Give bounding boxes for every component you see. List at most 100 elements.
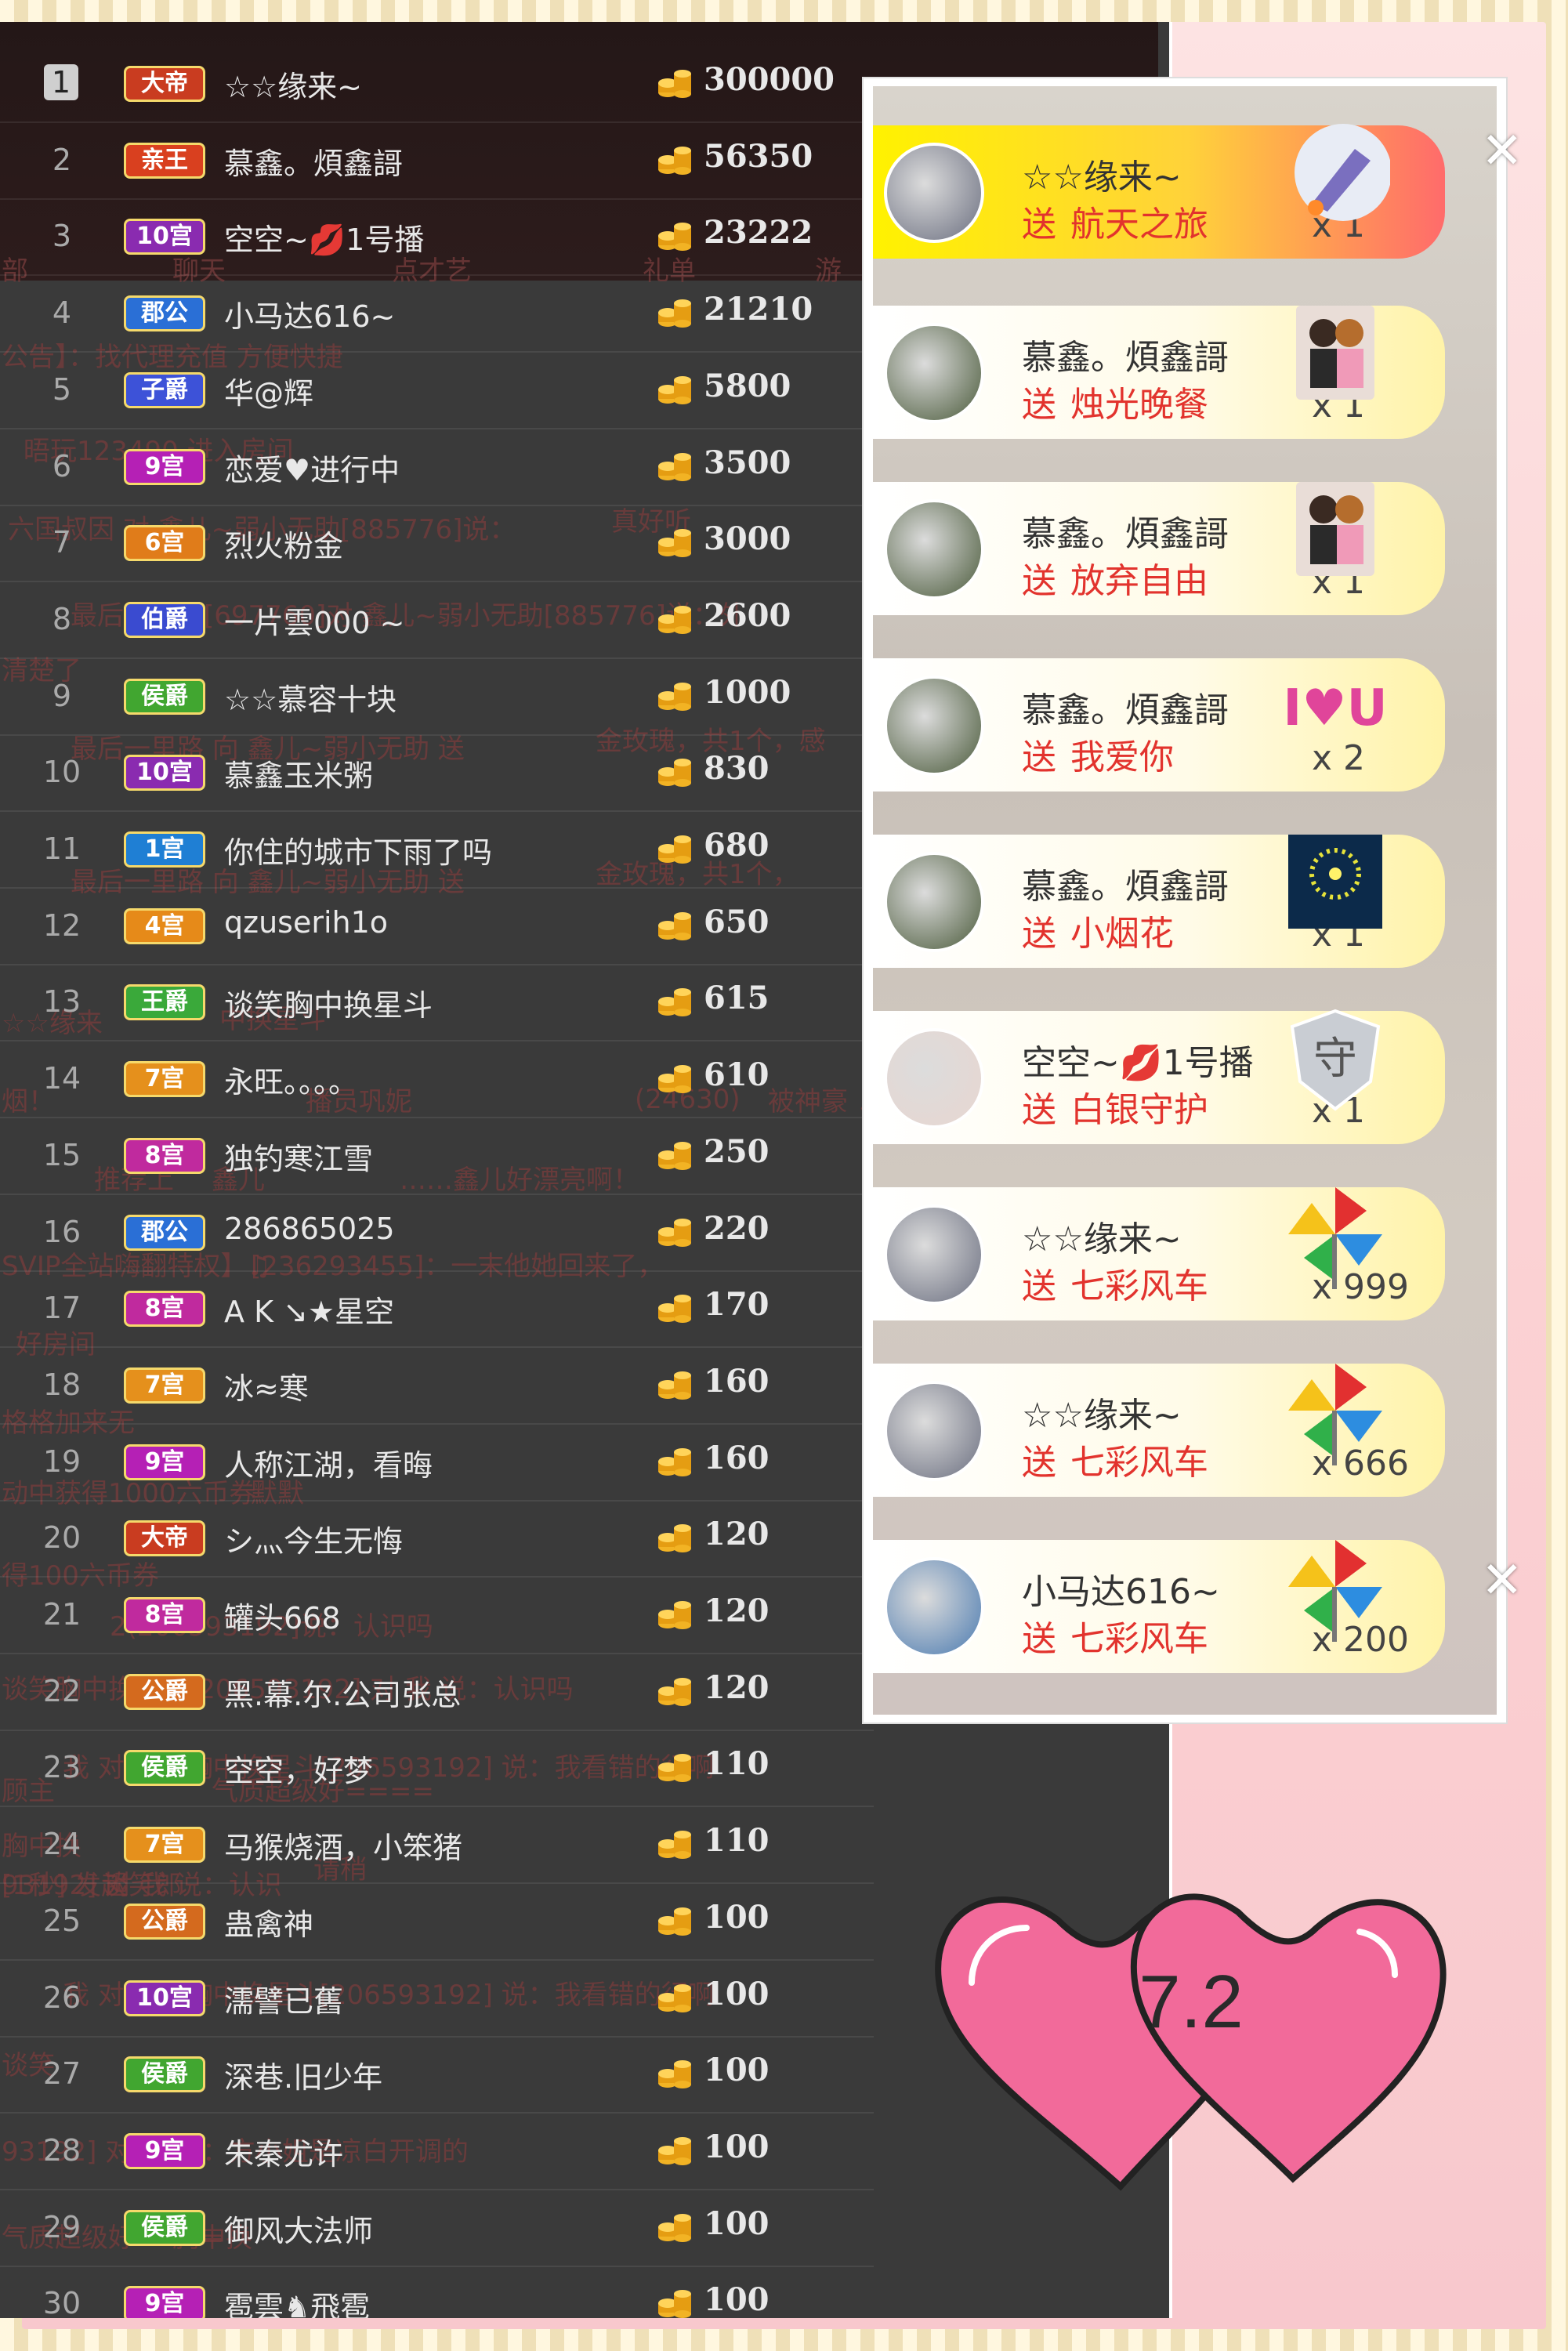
coin-stack-icon: [658, 1601, 691, 1629]
user-name[interactable]: 你住的城市下雨了吗: [224, 828, 492, 871]
coin-stack-icon: [658, 988, 691, 1017]
user-name[interactable]: 深巷.旧少年: [224, 2053, 382, 2096]
leaderboard-row[interactable]: 28 9宫 朱秦尤许 100: [0, 2113, 874, 2190]
avatar[interactable]: [884, 1204, 984, 1305]
user-name[interactable]: 马猴烧酒，小笨猪: [224, 1824, 462, 1867]
firework-icon: [1288, 835, 1382, 929]
user-name[interactable]: 雹雲♞飛雹: [224, 2283, 370, 2318]
leaderboard-row[interactable]: 30 9宫 雹雲♞飛雹 100: [0, 2266, 874, 2318]
user-name[interactable]: 人称江湖，看晦: [224, 1441, 433, 1484]
leaderboard-row[interactable]: 21 8宫 罐头668 120: [0, 1577, 874, 1654]
rank-badge: 1宫: [124, 831, 205, 868]
avatar[interactable]: [884, 676, 984, 776]
avatar[interactable]: [884, 499, 984, 600]
user-name[interactable]: 烈火粉金: [224, 522, 343, 565]
close-icon[interactable]: ✕: [1481, 122, 1523, 180]
score-value: 3000: [704, 520, 791, 558]
gift-notification[interactable]: ☆☆缘来~ 送航天之旅 x 1: [873, 124, 1445, 259]
avatar[interactable]: [884, 1557, 984, 1657]
gift-notification[interactable]: 慕鑫。煩鑫謌送小烟花 x 1: [873, 835, 1445, 968]
gift-list: ☆☆缘来~ 送航天之旅 x 1 慕鑫。煩鑫謌送烛光晚餐 x 1 慕鑫。煩鑫謌送放弃自由 x …: [873, 86, 1497, 1715]
gift-notification[interactable]: ☆☆缘来~ 送七彩风车 x 666: [873, 1364, 1445, 1497]
rank-number: 14: [42, 1061, 81, 1096]
gift-name: 白银守护: [1070, 1090, 1208, 1130]
user-name[interactable]: ☆☆缘来~: [224, 63, 362, 106]
rank-number: 24: [42, 1827, 81, 1862]
avatar[interactable]: [884, 323, 984, 423]
leaderboard-row[interactable]: 19 9宫 人称江湖，看晦 160: [0, 1424, 874, 1502]
close-icon[interactable]: ✕: [1481, 1552, 1523, 1610]
user-name[interactable]: 空空，好梦: [224, 1747, 373, 1790]
user-name[interactable]: 黑.幕.尔.公司张总: [224, 1671, 461, 1714]
rank-badge: 6宫: [124, 525, 205, 562]
coin-stack-icon: [658, 605, 691, 634]
leaderboard-row[interactable]: 24 7宫 马猴烧酒，小笨猪 110: [0, 1806, 874, 1885]
leaderboard-row[interactable]: 2 亲王 慕鑫。煩鑫謌 56350: [0, 122, 874, 200]
leaderboard-row[interactable]: 23 侯爵 空空，好梦 110: [0, 1730, 874, 1808]
user-name[interactable]: 谈笑胸中换星斗: [224, 981, 433, 1024]
user-name[interactable]: qzuserih1o: [224, 905, 388, 940]
user-name[interactable]: A K ↘★星空: [224, 1288, 394, 1331]
user-name[interactable]: 慕鑫。煩鑫謌: [224, 139, 403, 183]
score-value: 2600: [704, 596, 791, 634]
user-name[interactable]: 蛊禽神: [224, 1900, 313, 1943]
leaderboard-row[interactable]: 12 4宫 qzuserih1o 650: [0, 888, 874, 965]
avatar[interactable]: [884, 143, 984, 243]
user-name[interactable]: 朱秦尤许: [224, 2130, 343, 2173]
gift-notification[interactable]: 慕鑫。煩鑫謌送烛光晚餐 x 1: [873, 306, 1445, 439]
leaderboard-row[interactable]: 4 郡公 小马达616~ 21210: [0, 275, 874, 353]
user-name[interactable]: 华@辉: [224, 369, 313, 412]
user-name[interactable]: シ灬今生无悔: [224, 1517, 403, 1560]
leaderboard-row[interactable]: 5 子爵 华@辉 5800: [0, 352, 874, 429]
avatar[interactable]: [884, 852, 984, 952]
leaderboard-row[interactable]: 8 伯爵 一片雲000 ~ 2600: [0, 581, 874, 659]
leaderboard-row[interactable]: 25 公爵 蛊禽神 100: [0, 1883, 874, 1961]
user-name[interactable]: 慕鑫玉米粥: [224, 752, 373, 795]
gift-notification[interactable]: ☆☆缘来~ 送七彩风车 x 999: [873, 1187, 1445, 1320]
leaderboard-row[interactable]: 1 大帝 ☆☆缘来~ 300000: [0, 45, 874, 123]
leaderboard-row[interactable]: 27 侯爵 深巷.旧少年 100: [0, 2036, 874, 2114]
avatar[interactable]: [884, 1381, 984, 1481]
leaderboard-row[interactable]: 26 10宫 濡譬已舊 100: [0, 1960, 874, 2038]
user-name[interactable]: 冰≈寒: [224, 1364, 309, 1407]
user-name[interactable]: 濡譬已舊: [224, 1977, 343, 2020]
leaderboard-row[interactable]: 14 7宫 永旺。。。。 610: [0, 1041, 874, 1119]
leaderboard-row[interactable]: 18 7宫 冰≈寒 160: [0, 1347, 874, 1425]
score-value: 1000: [704, 673, 791, 711]
leaderboard-row[interactable]: 3 10宫 空空~💋1号播 23222: [0, 198, 874, 277]
avatar[interactable]: [884, 1028, 984, 1128]
gift-notification[interactable]: 慕鑫。煩鑫謌送放弃自由 x 1: [873, 482, 1445, 615]
leaderboard-row[interactable]: 11 1宫 你住的城市下雨了吗 680: [0, 811, 874, 889]
gift-notification[interactable]: 空空~💋1号播送白银守护 x 1守: [873, 1009, 1445, 1144]
user-name[interactable]: 永旺。。。。: [224, 1058, 358, 1101]
user-name[interactable]: 一片雲000 ~: [224, 599, 404, 642]
score-value: 100: [704, 2128, 770, 2165]
user-name[interactable]: ☆☆慕容十块: [224, 676, 397, 719]
leaderboard-row[interactable]: 22 公爵 黑.幕.尔.公司张总 120: [0, 1654, 874, 1731]
user-name[interactable]: 御风大法师: [224, 2207, 373, 2250]
rank-number: 23: [42, 1750, 81, 1785]
rank-number: 4: [52, 295, 72, 331]
user-name[interactable]: 恋爱♥进行中: [224, 446, 400, 489]
user-name[interactable]: 空空~💋1号播: [224, 216, 424, 259]
leaderboard-row[interactable]: 20 大帝 シ灬今生无悔 120: [0, 1500, 874, 1578]
leaderboard-row[interactable]: 29 侯爵 御风大法师 100: [0, 2190, 874, 2267]
leaderboard-row[interactable]: 13 王爵 谈笑胸中换星斗 615: [0, 964, 874, 1042]
user-name[interactable]: 罐头668: [224, 1594, 341, 1637]
leaderboard-row[interactable]: 9 侯爵 ☆☆慕容十块 1000: [0, 658, 874, 736]
gift-notification[interactable]: 小马达616~ 送七彩风车 x 200: [873, 1540, 1445, 1673]
leaderboard-row[interactable]: 16 郡公 286865025 220: [0, 1194, 874, 1272]
rank-number: 30: [42, 2286, 81, 2318]
user-name[interactable]: 小马达616~: [224, 292, 395, 335]
leaderboard-row[interactable]: 6 9宫 恋爱♥进行中 3500: [0, 429, 874, 506]
leaderboard-row[interactable]: 7 6宫 烈火粉金 3000: [0, 505, 874, 583]
coin-stack-icon: [658, 759, 691, 788]
coin-stack-icon: [658, 1065, 691, 1094]
leaderboard-row[interactable]: 10 10宫 慕鑫玉米粥 830: [0, 734, 874, 813]
leaderboard-row[interactable]: 17 8宫 A K ↘★星空 170: [0, 1270, 874, 1349]
user-name[interactable]: 286865025: [224, 1212, 395, 1246]
user-name[interactable]: 独钓寒江雪: [224, 1135, 373, 1178]
leaderboard-row[interactable]: 15 8宫 独钓寒江雪 250: [0, 1118, 874, 1195]
gift-notification[interactable]: 慕鑫。煩鑫謌送我爱你 x 2 I♥U: [873, 658, 1445, 792]
coin-stack-icon: [658, 1141, 691, 1170]
